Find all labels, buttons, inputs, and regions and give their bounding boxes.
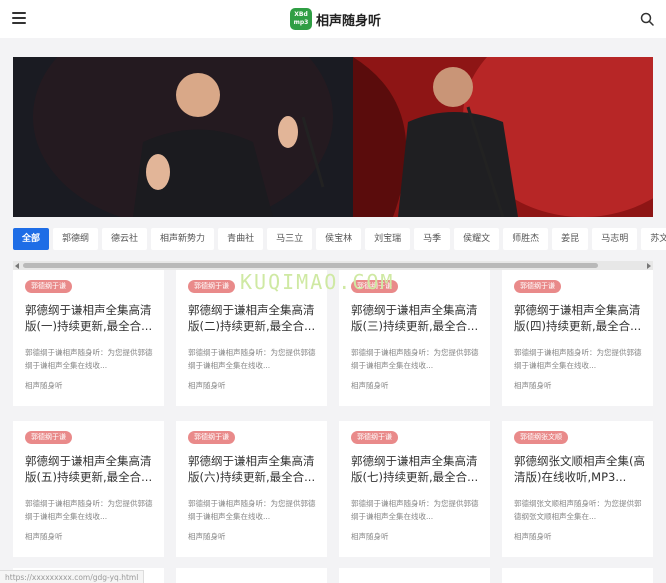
- tab-liu-baorui[interactable]: 刘宝瑞: [365, 228, 411, 250]
- card-description: 郭德纲于谦相声随身听：为您提供郭德纲于谦相声全集在线收...: [514, 348, 642, 370]
- card-title[interactable]: 郭德纲于谦相声全集高清版(四)持续更新,最全合...: [514, 302, 648, 334]
- card-title[interactable]: 郭德纲于谦相声全集高清版(六)持续更新,最全合...: [188, 453, 322, 485]
- logo-mark: XBd mp3: [290, 8, 312, 30]
- category-badge: 郭德纲于谦: [188, 280, 235, 293]
- album-card-partial[interactable]: [176, 568, 327, 583]
- card-title[interactable]: 郭德纲张文顺相声全集(高清版)在线收听,MP3...: [514, 453, 648, 485]
- top-bar: XBd mp3 相声随身听: [0, 0, 666, 38]
- category-badge: 郭德纲于谦: [514, 280, 561, 293]
- category-badge: 郭德纲于谦: [25, 280, 72, 293]
- site-name: 相声随身听: [316, 13, 382, 29]
- tab-su-wenmao[interactable]: 苏文茂: [641, 228, 666, 250]
- card-source: 相声随身听: [188, 381, 226, 390]
- scroll-thumb[interactable]: [23, 263, 598, 268]
- card-source: 相声随身听: [25, 381, 63, 390]
- card-source: 相声随身听: [188, 532, 226, 541]
- tab-ma-zhiming[interactable]: 马志明: [592, 228, 638, 250]
- card-title[interactable]: 郭德纲于谦相声全集高清版(五)持续更新,最全合...: [25, 453, 159, 485]
- card-title[interactable]: 郭德纲于谦相声全集高清版(三)持续更新,最全合...: [351, 302, 485, 334]
- tab-hou-yaowen[interactable]: 侯耀文: [454, 228, 500, 250]
- status-bar-url: https://xxxxxxxxx.com/gdg-yq.html: [0, 570, 145, 583]
- album-card[interactable]: 郭德纲张文顺 郭德纲张文顺相声全集(高清版)在线收听,MP3... 郭德纲张文顺…: [502, 421, 653, 557]
- card-title[interactable]: 郭德纲于谦相声全集高清版(二)持续更新,最全合...: [188, 302, 322, 334]
- tab-all[interactable]: 全部: [13, 228, 50, 250]
- banner-image[interactable]: [13, 57, 653, 217]
- scroll-right-icon[interactable]: [647, 263, 651, 269]
- category-badge: 郭德纲于谦: [351, 431, 398, 444]
- search-icon[interactable]: [640, 12, 654, 26]
- album-card[interactable]: 郭德纲于谦 郭德纲于谦相声全集高清版(七)持续更新,最全合... 郭德纲于谦相声…: [339, 421, 490, 557]
- album-card[interactable]: 郭德纲于谦 郭德纲于谦相声全集高清版(一)持续更新,最全合... 郭德纲于谦相声…: [13, 270, 164, 406]
- tab-ma-sanli[interactable]: 马三立: [267, 228, 313, 250]
- card-description: 郭德纲于谦相声随身听：为您提供郭德纲于谦相声全集在线收...: [188, 499, 316, 521]
- album-card[interactable]: 郭德纲于谦 郭德纲于谦相声全集高清版(五)持续更新,最全合... 郭德纲于谦相声…: [13, 421, 164, 557]
- tab-qingqushe[interactable]: 青曲社: [218, 228, 264, 250]
- watermark: KUQIMAO.COM: [240, 270, 395, 294]
- tab-jiang-kun[interactable]: 姜昆: [552, 228, 589, 250]
- card-source: 相声随身听: [351, 532, 389, 541]
- album-card[interactable]: 郭德纲于谦 郭德纲于谦相声全集高清版(四)持续更新,最全合... 郭德纲于谦相声…: [502, 270, 653, 406]
- hamburger-menu-icon[interactable]: [12, 12, 26, 25]
- category-badge: 郭德纲于谦: [25, 431, 72, 444]
- tab-shi-shengjie[interactable]: 师胜杰: [503, 228, 549, 250]
- card-description: 郭德纲于谦相声随身听：为您提供郭德纲于谦相声全集在线收...: [351, 348, 479, 370]
- tab-guo-degang[interactable]: 郭德纲: [53, 228, 99, 250]
- album-card-partial[interactable]: [339, 568, 490, 583]
- tab-new-forces[interactable]: 相声新势力: [151, 228, 215, 250]
- tab-hou-baolin[interactable]: 侯宝林: [316, 228, 362, 250]
- card-source: 相声随身听: [351, 381, 389, 390]
- category-badge: 郭德纲张文顺: [514, 431, 568, 444]
- card-description: 郭德纲于谦相声随身听：为您提供郭德纲于谦相声全集在线收...: [351, 499, 479, 521]
- card-description: 郭德纲于谦相声随身听：为您提供郭德纲于谦相声全集在线收...: [25, 348, 153, 370]
- card-source: 相声随身听: [25, 532, 63, 541]
- site-logo[interactable]: XBd mp3 相声随身听: [290, 8, 381, 30]
- category-tabs: 全部 郭德纲 德云社 相声新势力 青曲社 马三立 侯宝林 刘宝瑞 马季 侯耀文 …: [13, 228, 666, 250]
- album-card[interactable]: 郭德纲于谦 郭德纲于谦相声全集高清版(六)持续更新,最全合... 郭德纲于谦相声…: [176, 421, 327, 557]
- category-badge: 郭德纲于谦: [188, 431, 235, 444]
- scroll-left-icon[interactable]: [15, 263, 19, 269]
- card-source: 相声随身听: [514, 381, 552, 390]
- card-description: 郭德纲于谦相声随身听：为您提供郭德纲于谦相声全集在线收...: [188, 348, 316, 370]
- card-title[interactable]: 郭德纲于谦相声全集高清版(一)持续更新,最全合...: [25, 302, 159, 334]
- card-title[interactable]: 郭德纲于谦相声全集高清版(七)持续更新,最全合...: [351, 453, 485, 485]
- album-card-partial[interactable]: [502, 568, 653, 583]
- tabs-scrollbar[interactable]: [13, 261, 653, 270]
- tab-deyunshe[interactable]: 德云社: [102, 228, 148, 250]
- card-description: 郭德纲张文顺相声随身听：为您提供郭德纲张文顺相声全集在...: [514, 499, 642, 521]
- tab-ma-ji[interactable]: 马季: [414, 228, 451, 250]
- card-source: 相声随身听: [514, 532, 552, 541]
- card-description: 郭德纲于谦相声随身听：为您提供郭德纲于谦相声全集在线收...: [25, 499, 153, 521]
